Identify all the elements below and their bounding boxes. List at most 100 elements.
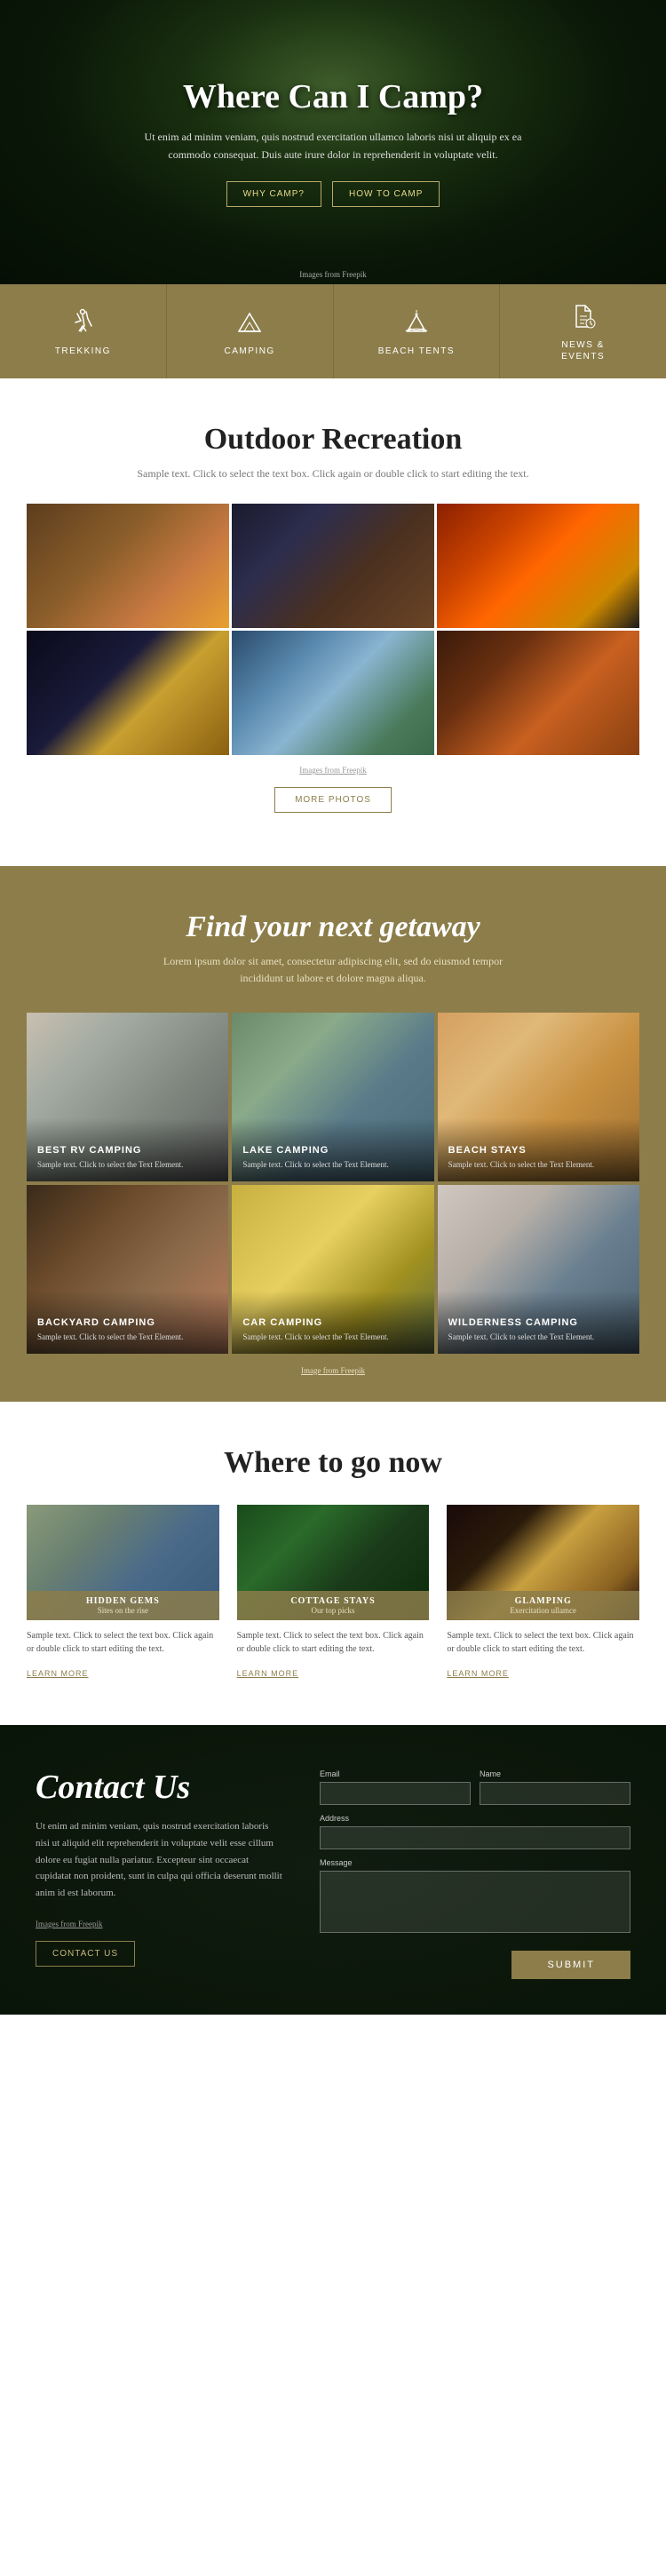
getaway-section: Find your next getaway Lorem ipsum dolor… [0,866,666,1401]
where-card-glamping: GLAMPING Exercitation ullamce Sample tex… [447,1505,639,1690]
hero-subtitle: Ut enim ad minim veniam, quis nostrud ex… [129,129,537,163]
news-events-icon [567,300,599,332]
form-row-email-name: Email Name [320,1769,630,1805]
lake-card-title: LAKE CAMPING [242,1145,423,1156]
camping-icon [234,306,266,338]
photo-campfire1 [27,504,229,628]
hidden-gems-label-title: HIDDEN GEMS [36,1596,210,1606]
contact-credit[interactable]: Images from Freepik [36,1920,284,1928]
hero-title: Where Can I Camp? [129,77,537,116]
contact-title: Contact Us [36,1769,284,1807]
outdoor-section: Outdoor Recreation Sample text. Click to… [0,378,666,866]
getaway-subtitle: Lorem ipsum dolor sit amet, consectetur … [147,953,519,987]
news-events-label: NEWS & EVENTS [561,339,605,362]
email-label: Email [320,1769,471,1778]
where-title: Where to go now [27,1446,639,1480]
glamping-learn-more[interactable]: LEARN MORE [447,1669,509,1678]
backyard-card-title: BACKYARD CAMPING [37,1317,218,1328]
form-group-email: Email [320,1769,471,1805]
contact-us-button[interactable]: CONTACT US [36,1941,135,1967]
more-photos-button[interactable]: MORE PHOTOS [274,787,392,813]
getaway-card-car-overlay: CAR CAMPING Sample text. Click to select… [232,1291,433,1354]
message-label: Message [320,1858,630,1867]
photo-mountain [232,631,434,755]
getaway-card-backyard[interactable]: BACKYARD CAMPING Sample text. Click to s… [27,1185,228,1354]
beach-tents-icon [400,306,432,338]
getaway-grid: BEST RV CAMPING Sample text. Click to se… [27,1013,639,1354]
hidden-gems-learn-more[interactable]: LEARN MORE [27,1669,89,1678]
contact-section: Contact Us Ut enim ad minim veniam, quis… [0,1725,666,2015]
email-input[interactable] [320,1782,471,1805]
submit-button[interactable]: SUBMIT [511,1951,630,1979]
rv-card-title: BEST RV CAMPING [37,1145,218,1156]
glamping-label: GLAMPING Exercitation ullamce [447,1591,639,1620]
address-label: Address [320,1814,630,1823]
form-group-address: Address [320,1814,630,1849]
glamping-label-sub: Exercitation ullamce [456,1606,630,1615]
address-input[interactable] [320,1826,630,1849]
beach-card-title: BEACH STAYS [448,1145,629,1156]
where-card-hidden-gems: HIDDEN GEMS Sites on the rise Sample tex… [27,1505,219,1690]
camping-label: CAMPING [225,346,275,357]
getaway-card-backyard-overlay: BACKYARD CAMPING Sample text. Click to s… [27,1291,228,1354]
hidden-gems-text: Sample text. Click to select the text bo… [27,1629,219,1656]
nav-item-camping[interactable]: CAMPING [167,284,334,378]
name-input[interactable] [480,1782,630,1805]
cottage-stays-body: Sample text. Click to select the text bo… [237,1620,430,1690]
getaway-card-beach[interactable]: BEACH STAYS Sample text. Click to select… [438,1013,639,1181]
photo-friends [232,504,434,628]
hero-buttons: WHY CAMP? HOW TO CAMP [129,181,537,207]
cottage-stays-learn-more[interactable]: LEARN MORE [237,1669,299,1678]
hidden-gems-image: HIDDEN GEMS Sites on the rise [27,1505,219,1620]
hero-credit: Images from Freepik [299,270,366,279]
outdoor-photo-grid [27,504,639,755]
getaway-card-lake[interactable]: LAKE CAMPING Sample text. Click to selec… [232,1013,433,1181]
cottage-stays-label-title: COTTAGE STAYS [246,1596,421,1606]
trekking-label: TREKKING [55,346,111,357]
why-camp-button[interactable]: WHY CAMP? [226,181,321,207]
icon-nav: TREKKING CAMPING BEACH TENTS [0,284,666,378]
name-label: Name [480,1769,630,1778]
getaway-card-car[interactable]: CAR CAMPING Sample text. Click to select… [232,1185,433,1354]
rv-card-text: Sample text. Click to select the Text El… [37,1159,218,1171]
cottage-stays-label: COTTAGE STAYS Our top picks [237,1591,430,1620]
backyard-card-text: Sample text. Click to select the Text El… [37,1332,218,1343]
getaway-card-beach-overlay: BEACH STAYS Sample text. Click to select… [438,1118,639,1181]
contact-form: Email Name Address Message SUBMIT [320,1769,630,1979]
cottage-stays-label-sub: Our top picks [246,1606,421,1615]
glamping-text: Sample text. Click to select the text bo… [447,1629,639,1656]
form-row-message: Message [320,1858,630,1933]
outdoor-title: Outdoor Recreation [27,423,639,457]
hero-section: Where Can I Camp? Ut enim ad minim venia… [0,0,666,284]
wilderness-card-title: WILDERNESS CAMPING [448,1317,629,1328]
how-to-camp-button[interactable]: HOW TO CAMP [332,181,440,207]
getaway-card-rv-overlay: BEST RV CAMPING Sample text. Click to se… [27,1118,228,1181]
form-row-address: Address [320,1814,630,1849]
photo-fire [437,504,639,628]
getaway-card-wilderness[interactable]: WILDERNESS CAMPING Sample text. Click to… [438,1185,639,1354]
cottage-stays-image: COTTAGE STAYS Our top picks [237,1505,430,1620]
beach-tents-label: BEACH TENTS [378,346,455,357]
outdoor-photo-credit[interactable]: Images from Freepik [27,766,639,775]
nav-item-trekking[interactable]: TREKKING [0,284,167,378]
getaway-credit[interactable]: Image from Freepik [27,1366,639,1375]
car-card-text: Sample text. Click to select the Text El… [242,1332,423,1343]
glamping-image: GLAMPING Exercitation ullamce [447,1505,639,1620]
beach-card-text: Sample text. Click to select the Text El… [448,1159,629,1171]
hidden-gems-label-sub: Sites on the rise [36,1606,210,1615]
getaway-card-rv[interactable]: BEST RV CAMPING Sample text. Click to se… [27,1013,228,1181]
where-section: Where to go now HIDDEN GEMS Sites on the… [0,1402,666,1725]
car-card-title: CAR CAMPING [242,1317,423,1328]
glamping-body: Sample text. Click to select the text bo… [447,1620,639,1690]
where-cards-grid: HIDDEN GEMS Sites on the rise Sample tex… [27,1505,639,1690]
getaway-card-wilderness-overlay: WILDERNESS CAMPING Sample text. Click to… [438,1291,639,1354]
where-card-cottage-stays: COTTAGE STAYS Our top picks Sample text.… [237,1505,430,1690]
form-group-name: Name [480,1769,630,1805]
wilderness-card-text: Sample text. Click to select the Text El… [448,1332,629,1343]
hidden-gems-body: Sample text. Click to select the text bo… [27,1620,219,1690]
nav-item-news-events[interactable]: NEWS & EVENTS [500,284,666,378]
message-textarea[interactable] [320,1871,630,1933]
trekking-icon [67,306,99,338]
nav-item-beach-tents[interactable]: BEACH TENTS [334,284,501,378]
outdoor-subtitle: Sample text. Click to select the text bo… [111,465,555,482]
